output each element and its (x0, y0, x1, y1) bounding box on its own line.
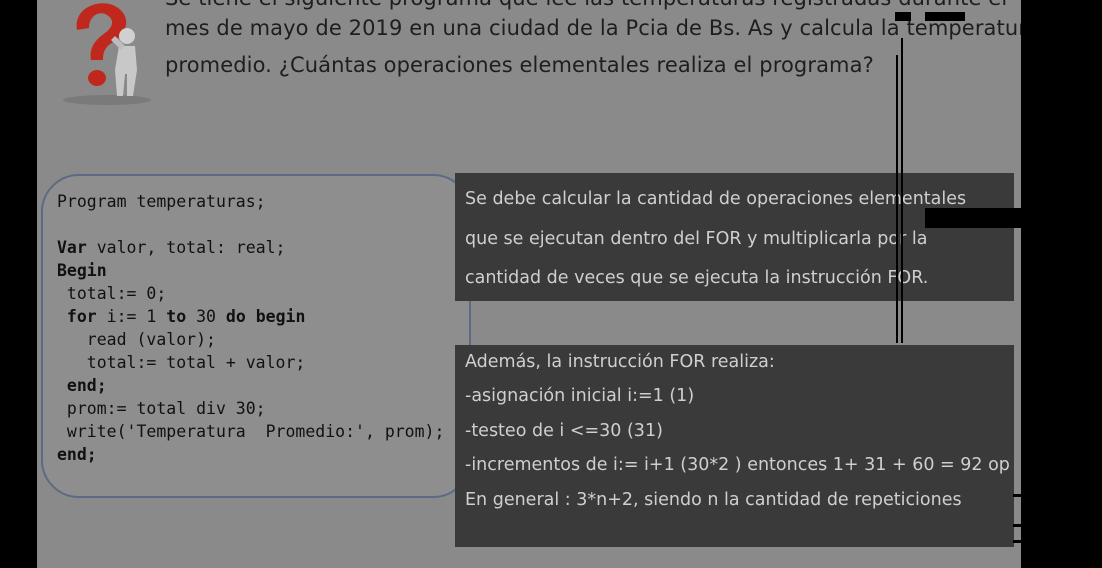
annotation-mark (925, 12, 965, 21)
annotation-line (896, 55, 898, 343)
code-keyword: Var (57, 238, 87, 257)
panel2-line-3: -testeo de i <=30 (31) (465, 421, 663, 441)
code-line-read: read (valor); (57, 330, 216, 349)
code-keyword: do begin (225, 307, 306, 326)
header-line-1: mes de mayo de 2019 en una ciudad de la … (165, 16, 1021, 40)
code-line-program: Program temperaturas; (57, 192, 266, 211)
slide: Se tiene el siguiente programa que lee l… (37, 0, 1021, 568)
header-line-2: promedio. ¿Cuántas operaciones elemental… (165, 53, 874, 77)
annotation-mark (1013, 540, 1021, 543)
code-keyword: to (166, 307, 187, 326)
panel1-line-1: Se debe calcular la cantidad de operacio… (465, 189, 967, 209)
code-text: 30 (186, 307, 226, 326)
annotation-mark (1013, 524, 1021, 527)
explanation-panel-1: Se debe calcular la cantidad de operacio… (455, 173, 1014, 301)
annotation-mark (1013, 494, 1021, 497)
code-line-var: Var valor, total: real; (57, 238, 286, 258)
code-line-total-init: total:= 0; (57, 284, 167, 303)
code-keyword: for (57, 307, 97, 326)
annotation-mark (925, 208, 1021, 228)
panel2-line-4: -incrementos de i:= i+1 (30*2 ) entonces… (465, 455, 1010, 475)
explanation-panel-2: Además, la instrucción FOR realiza: -asi… (455, 345, 1014, 547)
code-line-end: end; (57, 445, 97, 464)
panel2-line-5: En general : 3*n+2, siendo n la cantidad… (465, 490, 962, 510)
code-line-prom: prom:= total div 30; (57, 399, 266, 418)
code-text: i:= 1 (96, 307, 167, 326)
annotation-line (901, 38, 903, 343)
panel2-line-2: -asignación inicial i:=1 (1) (465, 386, 695, 406)
code-line-for: for i:= 1 to 30 do begin (57, 307, 305, 327)
question-mark-figure-icon (63, 3, 151, 105)
panel1-line-3: cantidad de veces que se ejecuta la inst… (465, 268, 929, 288)
code-line-write: write('Temperatura Promedio:', prom); (57, 422, 445, 441)
code-line-end-for: end; (57, 376, 107, 395)
annotation-mark (895, 12, 911, 21)
code-text: valor, total: real; (86, 238, 286, 257)
code-line-accumulate: total:= total + valor; (57, 353, 306, 372)
code-line-begin: Begin (57, 261, 107, 280)
panel1-line-2: que se ejecutan dentro del FOR y multipl… (465, 229, 928, 249)
panel2-line-1: Además, la instrucción FOR realiza: (465, 352, 775, 372)
header-line-0: Se tiene el siguiente programa que lee l… (165, 0, 1007, 10)
